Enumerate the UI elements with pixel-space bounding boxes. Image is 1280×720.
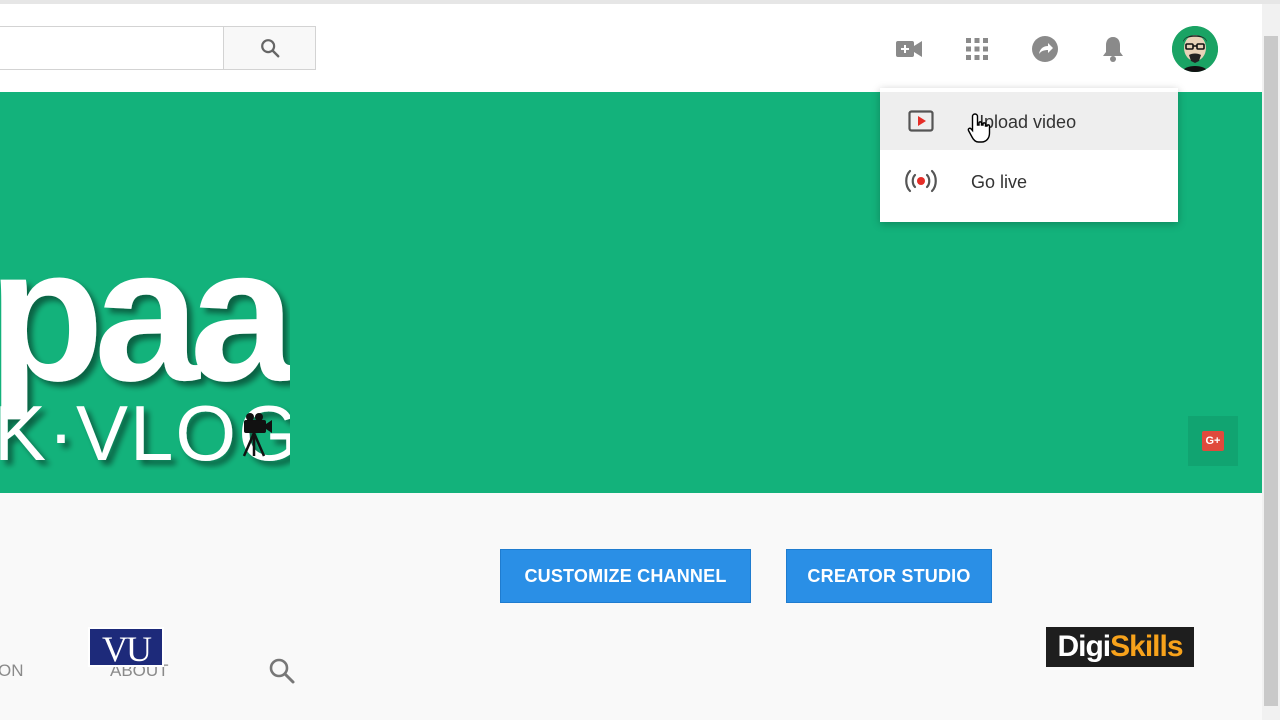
channel-search-button[interactable] [268,657,296,690]
notifications-bell-icon [1103,37,1123,62]
share-arrow-icon [1032,36,1058,62]
video-camera-plus-icon [896,41,922,57]
messages-button[interactable] [1030,34,1060,64]
google-plus-icon: G+ [1202,431,1224,451]
digi-text: Digi [1057,630,1111,663]
digiskills-watermark-logo: DigiSkills [1046,627,1194,667]
search-icon [260,39,279,58]
menu-item-go-live[interactable]: Go live [880,152,1178,210]
upload-video-icon [904,108,938,134]
search-button[interactable] [224,26,316,70]
avatar-face-icon [1172,26,1218,72]
customize-channel-button[interactable]: CUSTOMIZE CHANNEL [500,549,751,603]
apps-button[interactable] [962,34,992,64]
apps-grid-icon [966,38,988,60]
menu-item-upload-video[interactable]: Upload video [880,92,1178,150]
search-input[interactable] [0,26,224,70]
search-icon [269,658,295,684]
scrollbar-thumb[interactable] [1264,36,1278,706]
skills-text: Skills [1110,630,1183,663]
notifications-button[interactable] [1098,34,1128,64]
create-video-button[interactable] [894,34,924,64]
account-avatar[interactable] [1172,26,1218,72]
creator-studio-button[interactable]: CREATOR STUDIO [786,549,992,603]
vu-watermark-logo: VU [88,627,164,669]
menu-item-label: Go live [971,172,1028,192]
google-plus-link[interactable]: G+ [1188,416,1238,466]
create-menu-dropdown: Upload video Go live [880,88,1178,222]
tab-partial[interactable]: ON [0,661,24,681]
live-broadcast-icon [904,168,938,194]
masthead [0,4,1262,92]
hand-pointer-cursor-icon [966,112,994,149]
channel-art-logo: paab K·VLOG [0,130,290,470]
